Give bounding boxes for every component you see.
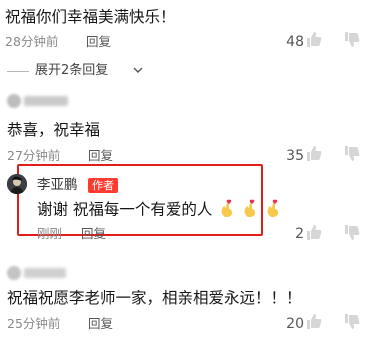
thumbs-up-icon[interactable] [306, 31, 322, 48]
reply-button[interactable]: 回复 [81, 226, 106, 242]
comment-time: 25分钟前 [7, 316, 61, 331]
author-reply: 李亚鹏 作者 谢谢 祝福每一个有爱的人 刚刚 回复 2 [0, 168, 375, 242]
like-count: 20 [286, 316, 304, 332]
reply-text-content: 谢谢 祝福每一个有爱的人 [37, 200, 213, 219]
comment-time: 28分钟前 [5, 34, 59, 49]
reply-text: 谢谢 祝福每一个有爱的人 [37, 199, 283, 221]
author-name-redacted [24, 96, 68, 106]
author-badge: 作者 [88, 178, 118, 193]
comment-text: 祝福你们幸福美满快乐！ [5, 8, 176, 26]
author-name[interactable]: 李亚鹏 [37, 177, 78, 193]
avatar [7, 94, 21, 108]
comment-author-blurred [0, 90, 200, 112]
divider [7, 71, 29, 72]
thumbs-down-icon[interactable] [344, 145, 360, 162]
thumbs-up-icon[interactable] [306, 145, 322, 162]
expand-replies[interactable]: 展开2条回复 [0, 62, 375, 80]
comment-text: 祝福祝愿李老师一家，相亲相爱永远！！！ [7, 289, 302, 307]
comment-author-blurred [0, 262, 200, 284]
reply-button[interactable]: 回复 [88, 316, 113, 332]
reply-button[interactable]: 回复 [88, 148, 113, 164]
comment-item: 恭喜，祝幸福 27分钟前 回复 35 [0, 112, 375, 167]
comment-item: 祝福祝愿李老师一家，相亲相爱永远！！！ 25分钟前 回复 20 [0, 284, 375, 343]
thumbs-down-icon[interactable] [344, 31, 360, 48]
thumbs-up-icon[interactable] [306, 224, 322, 241]
fingers-heart-emoji [219, 199, 237, 221]
comment-time: 27分钟前 [7, 148, 61, 163]
thumbs-down-icon[interactable] [344, 313, 360, 330]
like-count: 2 [295, 226, 304, 242]
fingers-heart-emoji [265, 199, 283, 221]
comment-text: 恭喜，祝幸福 [7, 121, 101, 139]
avatar [7, 266, 21, 280]
avatar[interactable] [7, 174, 27, 194]
reply-time: 刚刚 [37, 226, 63, 241]
fingers-heart-emoji [242, 199, 260, 221]
author-name-redacted [24, 268, 66, 278]
expand-replies-label[interactable]: 展开2条回复 [35, 63, 108, 79]
reply-button[interactable]: 回复 [86, 34, 111, 50]
comment-item: 祝福你们幸福美满快乐！ 28分钟前 回复 48 [0, 0, 375, 55]
like-count: 48 [286, 34, 304, 50]
thumbs-up-icon[interactable] [306, 313, 322, 330]
chevron-down-icon [133, 67, 143, 74]
thumbs-down-icon[interactable] [344, 224, 360, 241]
like-count: 35 [286, 148, 304, 164]
